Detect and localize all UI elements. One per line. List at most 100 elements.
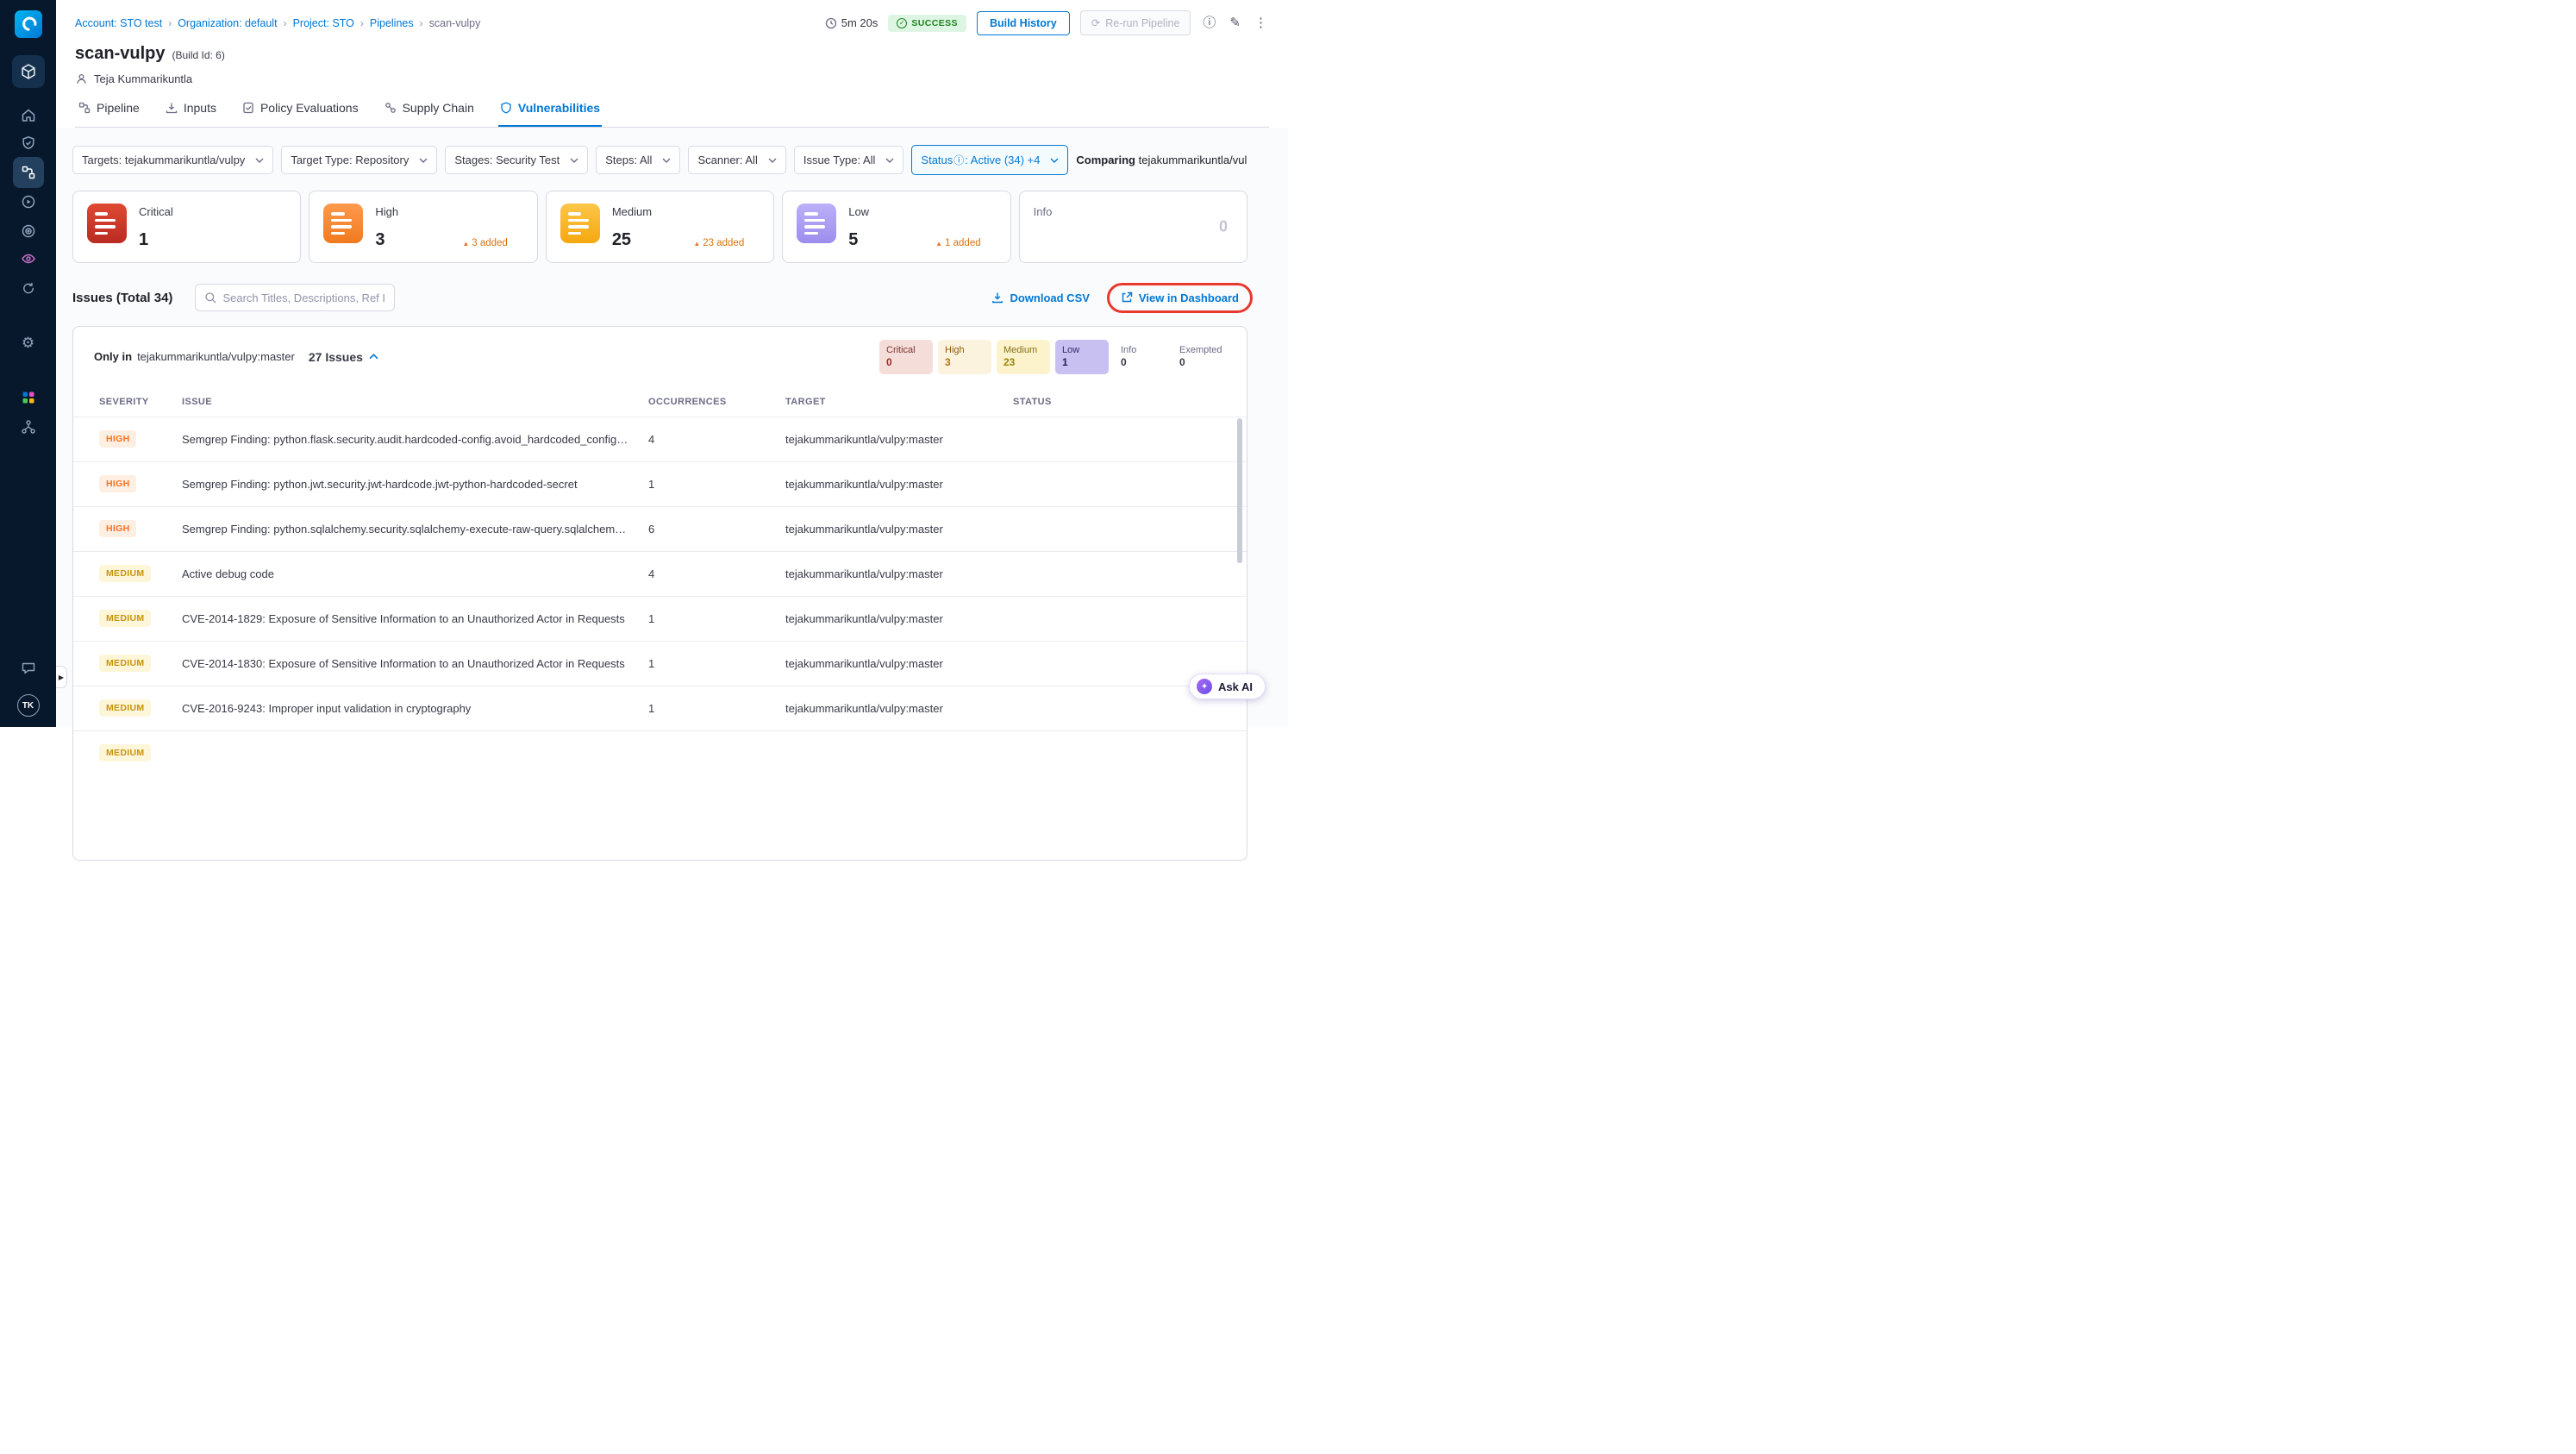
chat-feedback-icon[interactable] [21,661,36,676]
edit-pencil-icon[interactable]: ✎ [1228,15,1242,31]
medium-card[interactable]: Medium 25 ▲ 23 added [545,191,775,263]
build-history-button[interactable]: Build History [976,10,1070,35]
search-input[interactable] [222,291,386,304]
module-cube-icon[interactable] [11,55,45,88]
stages-filter[interactable]: Stages: Security Test [445,146,589,174]
breadcrumb-separator: › [360,16,364,29]
added-count: ▲ 1 added [935,238,981,248]
ai-sparkle-icon: ✦ [1197,679,1213,694]
high-card[interactable]: High 3 ▲ 3 added [309,191,538,263]
breadcrumb-project[interactable]: Project: STO [293,17,354,29]
breadcrumb-account[interactable]: Account: STO test [75,17,162,29]
author-row: Teja Kummarikuntla [75,72,1269,85]
download-csv-button[interactable]: Download CSV [991,291,1090,304]
view-in-dashboard-button[interactable]: View in Dashboard [1106,282,1253,313]
tab-supply-chain[interactable]: Supply Chain [383,97,476,127]
target-icon[interactable] [21,223,36,239]
target-type-filter[interactable]: Target Type: Repository [281,146,438,174]
supply-chain-icon [385,103,396,113]
breadcrumb-pipelines[interactable]: Pipelines [370,17,414,29]
critical-card[interactable]: Critical 1 [72,191,302,263]
chevron-up-icon [369,354,378,360]
pipelines-icon[interactable] [12,157,44,188]
breadcrumb-org[interactable]: Organization: default [178,17,277,29]
chip-low[interactable]: Low 1 [1055,340,1109,374]
card-label: Info [1033,205,1053,218]
table-row[interactable]: MEDIUM Active debug code 4 tejakummariku… [73,550,1247,596]
col-severity: SEVERITY [99,396,149,407]
targets-filter[interactable]: Targets: tejakummarikuntla/vulpy [72,146,274,174]
exemptions-eye-icon[interactable] [21,251,36,266]
filter-label: Targets: tejakummarikuntla/vulpy [82,154,246,166]
ask-ai-button[interactable]: ✦ Ask AI [1189,674,1266,699]
critical-severity-icon [87,204,127,243]
vertical-scrollbar[interactable] [1237,418,1242,563]
table-row[interactable]: MEDIUM CVE-2014-1829: Exposure of Sensit… [73,595,1247,641]
tab-pipeline[interactable]: Pipeline [77,97,141,127]
table-row[interactable]: MEDIUM CVE-2014-1830: Exposure of Sensit… [73,640,1247,686]
person-icon [77,73,86,84]
tab-bar: Pipeline Inputs Policy Evaluations Suppl… [75,97,1269,128]
only-in-label: Only in [94,350,133,364]
home-icon[interactable] [21,108,36,123]
scanner-filter[interactable]: Scanner: All [688,146,786,174]
issue-type-filter[interactable]: Issue Type: All [793,146,904,174]
high-severity-icon [323,204,364,243]
chip-critical[interactable]: Critical 0 [879,340,933,374]
table-header: SEVERITY ISSUE OCCURRENCES TARGET STATUS [73,387,1247,417]
org-hierarchy-icon[interactable] [21,419,36,435]
chip-medium[interactable]: Medium 23 [997,340,1050,374]
comparing-label: Comparing [1076,154,1135,166]
tab-inputs[interactable]: Inputs [164,97,218,127]
info-icon[interactable]: ⓘ [1201,15,1217,31]
chip-label: Medium [1004,345,1038,355]
chip-value: 3 [945,356,951,369]
severity-badge: MEDIUM [99,655,152,673]
refresh-icon[interactable] [21,281,35,296]
shield-check-icon[interactable] [21,135,36,151]
harness-logo[interactable] [14,10,42,38]
chip-label: Exempted [1179,345,1222,355]
download-icon [992,292,1004,304]
search-box [195,284,396,311]
filter-label: Issue Type: All [803,154,876,166]
group-collapse-toggle[interactable]: 27 Issues [309,350,378,364]
added-count: ▲ 3 added [462,238,508,248]
issues-title: Issues (Total 34) [72,290,173,305]
col-occurrences: OCCURRENCES [648,396,727,407]
table-row[interactable]: HIGH Semgrep Finding: python.flask.secur… [73,416,1247,461]
medium-severity-icon [560,204,600,243]
execution-duration: 5m 20s [825,16,878,29]
rerun-pipeline-button[interactable]: ⟳ Re-run Pipeline [1079,10,1191,35]
sidebar-expand-handle[interactable]: ▶ [56,666,67,688]
table-row[interactable]: MEDIUM CVE-2016-9243: Improper input val… [73,685,1247,730]
check-icon: ✓ [897,17,908,28]
chip-info[interactable]: Info 0 [1114,340,1167,374]
steps-filter[interactable]: Steps: All [596,146,681,174]
tab-label: Policy Evaluations [259,101,359,115]
chip-label: Info [1121,345,1137,355]
kebab-menu-icon[interactable]: ⋮ [1253,15,1269,31]
chip-high[interactable]: High 3 [938,340,991,374]
user-avatar[interactable]: TK [16,694,40,717]
avatar-initials: TK [22,700,34,711]
tab-policy-evaluations[interactable]: Policy Evaluations [241,97,360,127]
ask-ai-label: Ask AI [1218,680,1253,693]
chip-exempted[interactable]: Exempted 0 [1172,340,1226,374]
tab-label: Supply Chain [402,101,474,115]
info-icon: ⓘ [953,154,965,166]
status-filter[interactable]: Status ⓘ : Active (34) +4 [911,145,1069,175]
filter-label: Steps: All [605,154,653,166]
tab-vulnerabilities[interactable]: Vulnerabilities [497,97,603,127]
low-card[interactable]: Low 5 ▲ 1 added [782,191,1011,263]
info-card[interactable]: Info 0 [1018,191,1248,263]
table-row[interactable]: MEDIUM [73,730,1247,775]
modules-grid-icon[interactable] [21,390,36,405]
target-value: tejakummarikuntla/vulpy:master [785,522,943,536]
table-row[interactable]: HIGH Semgrep Finding: python.sqlalchemy.… [73,505,1247,551]
tab-label: Inputs [183,101,216,115]
settings-gear-icon[interactable]: ⚙ [22,335,34,352]
severity-cards: Critical 1 High 3 ▲ 3 added Medium 25 ▲ 23… [72,191,1248,263]
table-row[interactable]: HIGH Semgrep Finding: python.jwt.securit… [73,461,1247,506]
executions-icon[interactable] [21,194,36,210]
